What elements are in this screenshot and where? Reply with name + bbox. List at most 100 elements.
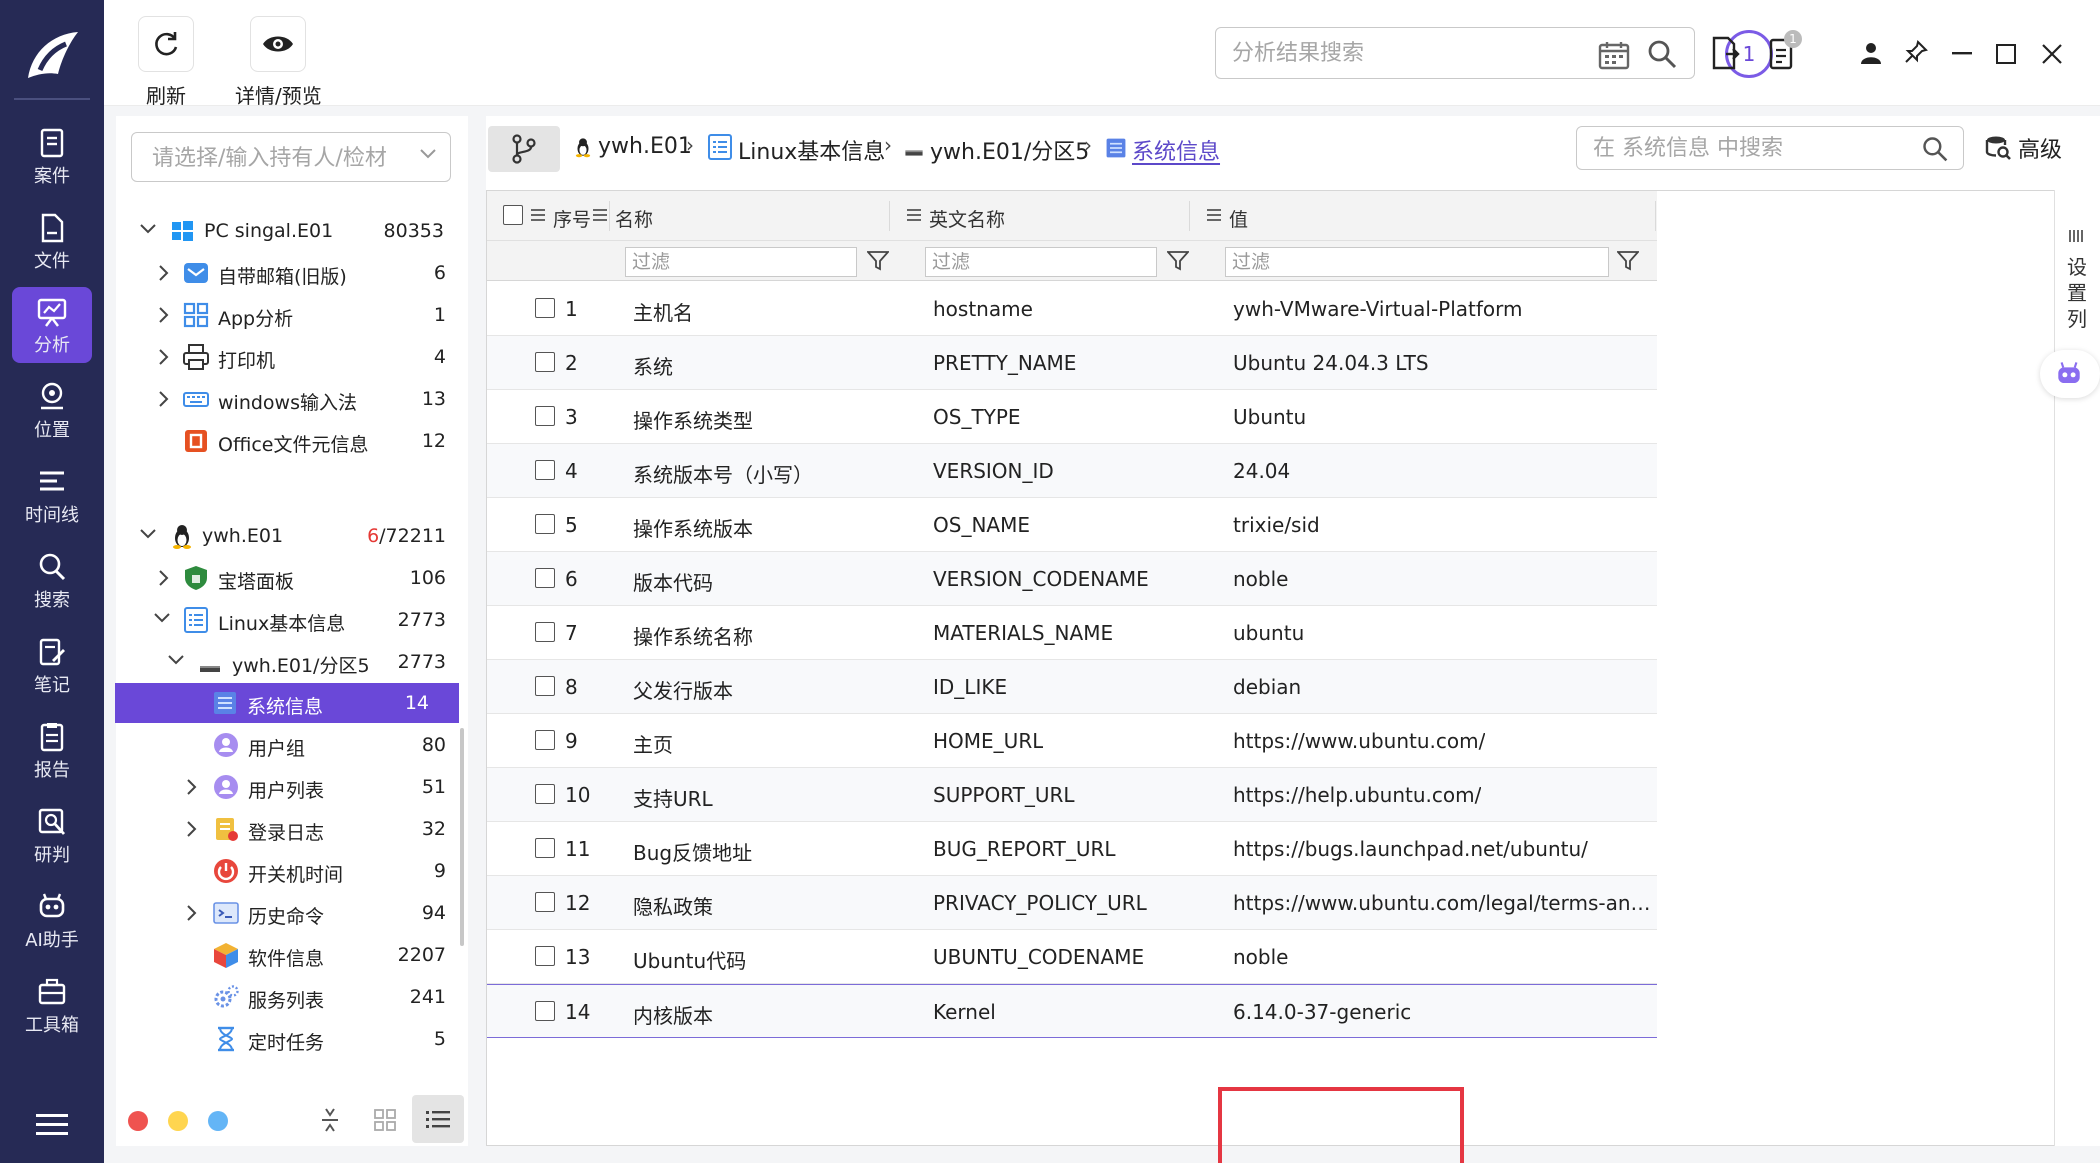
drag-handle-icon[interactable] <box>2069 230 2083 242</box>
column-separator[interactable] <box>1655 201 1656 231</box>
filter-icon[interactable] <box>867 251 889 271</box>
search-icon[interactable] <box>1646 38 1678 70</box>
breadcrumb-current[interactable]: 系统信息 <box>1132 134 1220 166</box>
tree-node-user-list[interactable]: 用户列表 51 <box>116 767 468 807</box>
row-checkbox[interactable] <box>535 352 555 372</box>
tree-node-partition[interactable]: ywh.E01/分区5 2773 <box>116 642 468 682</box>
tree-node-history[interactable]: 历史命令 94 <box>116 893 468 933</box>
row-checkbox[interactable] <box>535 568 555 588</box>
tree-node-pc[interactable]: PC singal.E01 80353 <box>116 211 468 251</box>
column-menu-icon[interactable] <box>593 209 607 221</box>
table-row[interactable]: 9 主页 HOME_URL https://www.ubuntu.com/ <box>487 714 1657 768</box>
column-header-value[interactable]: 值 <box>1229 205 1248 232</box>
grid-view-icon[interactable] <box>374 1109 396 1131</box>
tree-node-login-log[interactable]: 登录日志 32 <box>116 809 468 849</box>
filter-english-name-input[interactable] <box>925 247 1157 277</box>
user-icon[interactable] <box>1860 42 1882 64</box>
filter-name-input[interactable] <box>625 247 857 277</box>
table-row[interactable]: 5 操作系统版本 OS_NAME trixie/sid <box>487 498 1657 552</box>
tree-node-linux-info[interactable]: Linux基本信息 2773 <box>116 600 468 640</box>
search-icon[interactable] <box>1921 135 1949 163</box>
table-search-input[interactable] <box>1593 133 1893 163</box>
chevron-right-icon[interactable] <box>186 821 198 837</box>
tree-node-user-group[interactable]: 用户组 80 <box>116 725 468 765</box>
tree-node-services[interactable]: 服务列表 241 <box>116 977 468 1017</box>
row-checkbox[interactable] <box>535 1001 555 1021</box>
nav-item-judge[interactable]: 研判 <box>12 797 92 873</box>
chevron-right-icon[interactable] <box>186 905 198 921</box>
row-checkbox[interactable] <box>535 892 555 912</box>
table-row[interactable]: 11 Bug反馈地址 BUG_REPORT_URL https://bugs.laun… <box>487 822 1657 876</box>
nav-item-location[interactable]: 位置 <box>12 372 92 448</box>
row-checkbox[interactable] <box>535 730 555 750</box>
column-separator[interactable] <box>889 201 890 231</box>
nav-item-case[interactable]: 案件 <box>12 118 92 194</box>
chevron-right-icon[interactable] <box>158 265 170 281</box>
chevron-right-icon[interactable] <box>158 570 170 586</box>
table-row[interactable]: 7 操作系统名称 MATERIALS_NAME ubuntu <box>487 606 1657 660</box>
pin-icon[interactable] <box>1904 40 1928 64</box>
tree-node-ywh[interactable]: ywh.E01 6/72211 <box>116 516 468 556</box>
table-row[interactable]: 10 支持URL SUPPORT_URL https://help.ubuntu.co… <box>487 768 1657 822</box>
filter-value-input[interactable] <box>1225 247 1609 277</box>
nav-item-note[interactable]: 笔记 <box>12 627 92 703</box>
table-row[interactable]: 2 系统 PRETTY_NAME Ubuntu 24.04.3 LTS <box>487 336 1657 390</box>
table-row[interactable]: 12 隐私政策 PRIVACY_POLICY_URL https://www.ubun… <box>487 876 1657 930</box>
ai-assistant-float-button[interactable] <box>2040 350 2100 398</box>
nav-item-analysis[interactable]: 分析 <box>12 287 92 363</box>
table-row[interactable]: 8 父发行版本 ID_LIKE debian <box>487 660 1657 714</box>
tree-node-app[interactable]: App分析 1 <box>116 295 468 335</box>
tree-node-printer[interactable]: 打印机 4 <box>116 337 468 377</box>
breadcrumb-item[interactable]: Linux基本信息 <box>738 134 885 166</box>
tree-node-power-time[interactable]: 开关机时间 9 <box>116 851 468 891</box>
row-checkbox[interactable] <box>535 676 555 696</box>
red-tag-dot[interactable] <box>128 1111 148 1131</box>
tree-node-system-info[interactable]: 系统信息 14 <box>115 683 459 723</box>
result-search-input[interactable] <box>1232 38 1572 68</box>
advanced-search-button[interactable]: 高级 <box>1984 132 2062 164</box>
row-checkbox[interactable] <box>535 622 555 642</box>
row-checkbox[interactable] <box>535 784 555 804</box>
nav-item-ai[interactable]: AI助手 <box>12 882 92 958</box>
row-checkbox[interactable] <box>535 298 555 318</box>
holder-select[interactable] <box>131 132 451 182</box>
refresh-button[interactable]: 刷新 <box>138 16 194 109</box>
breadcrumb-item[interactable]: ywh.E01/分区5 <box>930 134 1089 166</box>
tree-node-baota[interactable]: 宝塔面板 106 <box>116 558 468 598</box>
filter-icon[interactable] <box>1167 251 1189 271</box>
column-separator[interactable] <box>609 201 610 231</box>
blue-tag-dot[interactable] <box>208 1111 228 1131</box>
preview-button[interactable]: 详情/预览 <box>235 16 322 109</box>
tree-node-office[interactable]: Office文件元信息 12 <box>116 421 468 461</box>
column-menu-icon[interactable] <box>1207 209 1221 221</box>
minimize-icon[interactable] <box>1952 52 1972 56</box>
chevron-down-icon[interactable] <box>140 528 156 540</box>
tree-node-cron[interactable]: 定时任务 5 <box>116 1019 468 1059</box>
nav-item-file[interactable]: 文件 <box>12 203 92 279</box>
close-icon[interactable] <box>2042 44 2062 64</box>
table-row[interactable]: 14 内核版本 Kernel 6.14.0-37-generic <box>487 984 1657 1038</box>
table-row[interactable]: 1 主机名 hostname ywh-VMware-Virtual-Platform <box>487 282 1657 336</box>
row-checkbox[interactable] <box>535 460 555 480</box>
chevron-down-icon[interactable] <box>168 654 184 666</box>
row-checkbox[interactable] <box>535 514 555 534</box>
row-checkbox[interactable] <box>535 406 555 426</box>
column-separator[interactable] <box>1189 201 1190 231</box>
tree-node-software[interactable]: 软件信息 2207 <box>116 935 468 975</box>
table-row[interactable]: 4 系统版本号（小写） VERSION_ID 24.04 <box>487 444 1657 498</box>
column-header-name[interactable]: 名称 <box>615 205 653 232</box>
tree-scrollbar[interactable] <box>460 728 464 946</box>
nav-item-toolbox[interactable]: 工具箱 <box>12 967 92 1043</box>
filter-icon[interactable] <box>1617 251 1639 271</box>
tree-node-ime[interactable]: windows输入法 13 <box>116 379 468 419</box>
chevron-right-icon[interactable] <box>158 307 170 323</box>
yellow-tag-dot[interactable] <box>168 1111 188 1131</box>
table-row[interactable]: 3 操作系统类型 OS_TYPE Ubuntu <box>487 390 1657 444</box>
collapse-all-icon[interactable] <box>320 1107 340 1133</box>
chevron-right-icon[interactable] <box>186 779 198 795</box>
chevron-right-icon[interactable] <box>158 391 170 407</box>
row-checkbox[interactable] <box>535 838 555 858</box>
breadcrumb-item[interactable]: ywh.E01 <box>598 134 692 159</box>
nav-item-report[interactable]: 报告 <box>12 712 92 788</box>
row-checkbox[interactable] <box>535 946 555 966</box>
